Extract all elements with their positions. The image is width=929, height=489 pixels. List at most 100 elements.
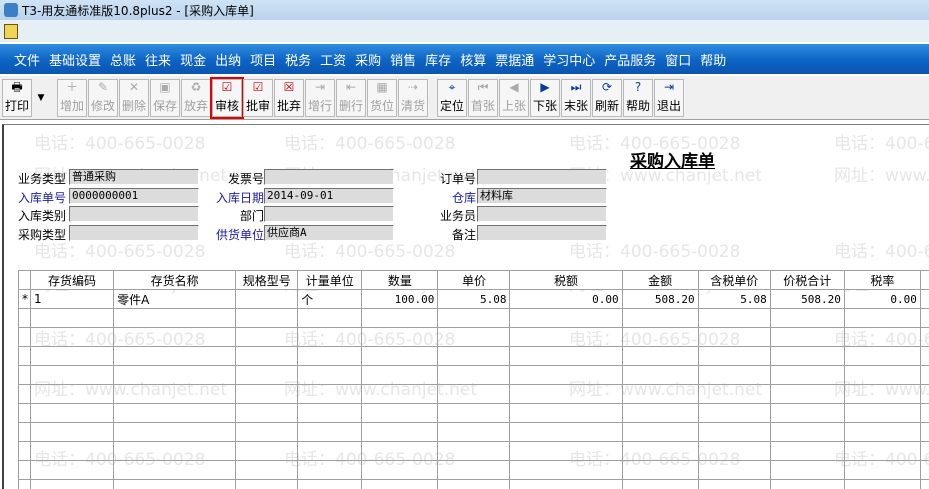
- grid-cell[interactable]: [509, 403, 623, 423]
- grid-cell[interactable]: [843, 403, 921, 423]
- menu-item[interactable]: 工资: [320, 50, 346, 69]
- grid-cell[interactable]: [621, 460, 699, 480]
- grid-cell[interactable]: [509, 422, 623, 442]
- grid-cell[interactable]: [843, 327, 921, 347]
- grid-cell[interactable]: [697, 327, 771, 347]
- receipt_type-field[interactable]: [69, 206, 199, 222]
- grid-cell[interactable]: [297, 308, 363, 328]
- column-header[interactable]: 税率: [843, 270, 921, 290]
- grid-cell[interactable]: [437, 384, 511, 404]
- grid-cell[interactable]: [843, 460, 921, 480]
- receipt_no-field[interactable]: 0000000001: [69, 188, 199, 204]
- grid-cell[interactable]: [113, 441, 237, 461]
- grid-cell[interactable]: [919, 479, 929, 489]
- menu-item[interactable]: 采购: [355, 50, 381, 69]
- receipt_date-field[interactable]: 2014-09-01: [264, 188, 394, 204]
- warehouse-field[interactable]: 材料库: [477, 188, 607, 204]
- grid-cell[interactable]: [697, 441, 771, 461]
- table-row[interactable]: [18, 308, 929, 328]
- grid-cell[interactable]: [919, 422, 929, 442]
- grid-cell[interactable]: [113, 479, 237, 489]
- grid-cell[interactable]: [29, 346, 115, 366]
- grid-cell[interactable]: [235, 422, 299, 442]
- print-button[interactable]: 🖶 打印: [2, 79, 32, 117]
- grid-cell[interactable]: [843, 441, 921, 461]
- grid-cell[interactable]: [769, 403, 845, 423]
- menu-item[interactable]: 销售: [390, 50, 416, 69]
- grid-cell[interactable]: [769, 308, 845, 328]
- grid-cell[interactable]: [621, 422, 699, 442]
- grid-cell[interactable]: [113, 308, 237, 328]
- grid-cell[interactable]: [509, 308, 623, 328]
- grid-cell[interactable]: 零件A: [113, 289, 237, 309]
- grid-cell[interactable]: [361, 384, 439, 404]
- supplier-field[interactable]: 供应商A: [264, 225, 394, 241]
- grid-cell[interactable]: [697, 460, 771, 480]
- grid-cell[interactable]: [769, 346, 845, 366]
- grid-cell[interactable]: [361, 365, 439, 385]
- grid-cell[interactable]: [297, 422, 363, 442]
- clerk-field[interactable]: [477, 206, 607, 222]
- grid-cell[interactable]: [113, 346, 237, 366]
- table-row[interactable]: [18, 384, 929, 404]
- grid-cell[interactable]: [843, 384, 921, 404]
- grid-cell[interactable]: [621, 365, 699, 385]
- toolbar-button-删除[interactable]: ✕ 删除: [119, 79, 149, 117]
- toolbar-button-删行[interactable]: ⇤ 删行: [336, 79, 366, 117]
- grid-cell[interactable]: [509, 365, 623, 385]
- grid-cell[interactable]: [621, 479, 699, 489]
- grid-cell[interactable]: [113, 460, 237, 480]
- grid-cell[interactable]: [697, 422, 771, 442]
- grid-cell[interactable]: [437, 346, 511, 366]
- toolbar-button-批审[interactable]: ☑ 批审: [243, 79, 273, 117]
- toolbar-button-审核[interactable]: ☑ 审核: [210, 77, 244, 119]
- menu-item[interactable]: 基础设置: [49, 50, 101, 69]
- table-row[interactable]: [18, 327, 929, 347]
- column-header[interactable]: 价税合计: [769, 270, 845, 290]
- grid-cell[interactable]: [919, 384, 929, 404]
- toolbar-button-货位[interactable]: ▦ 货位: [367, 79, 397, 117]
- menu-item[interactable]: 项目: [250, 50, 276, 69]
- grid-cell[interactable]: [361, 460, 439, 480]
- grid-cell[interactable]: [361, 441, 439, 461]
- grid-cell[interactable]: 0.00: [509, 289, 623, 309]
- menu-item[interactable]: 产品服务: [604, 50, 656, 69]
- grid-cell[interactable]: [437, 327, 511, 347]
- grid-cell[interactable]: [297, 365, 363, 385]
- column-header[interactable]: 单价: [437, 270, 511, 290]
- grid-cell[interactable]: [697, 308, 771, 328]
- table-row[interactable]: [18, 365, 929, 385]
- toolbar-button-刷新[interactable]: ⟳ 刷新: [592, 79, 622, 117]
- menu-item[interactable]: 库存: [425, 50, 451, 69]
- grid-cell[interactable]: [919, 346, 929, 366]
- grid-cell[interactable]: [361, 479, 439, 489]
- menu-item[interactable]: 窗口: [665, 50, 691, 69]
- dept-field[interactable]: [264, 206, 394, 222]
- toolbar-button-帮助[interactable]: ? 帮助: [623, 79, 653, 117]
- grid-cell[interactable]: [29, 327, 115, 347]
- grid-cell[interactable]: [297, 346, 363, 366]
- toolbar-button-首张[interactable]: ⏮ 首张: [468, 79, 498, 117]
- menu-item[interactable]: 文件: [14, 50, 40, 69]
- grid-cell[interactable]: [697, 479, 771, 489]
- grid-cell[interactable]: [297, 327, 363, 347]
- grid-cell[interactable]: [769, 479, 845, 489]
- grid-cell[interactable]: [113, 403, 237, 423]
- order_no-field[interactable]: [477, 169, 607, 185]
- grid-cell[interactable]: [29, 441, 115, 461]
- grid-cell[interactable]: [113, 327, 237, 347]
- grid-cell[interactable]: [29, 365, 115, 385]
- grid-cell[interactable]: [235, 384, 299, 404]
- menu-item[interactable]: 帮助: [700, 50, 726, 69]
- grid-cell[interactable]: [843, 365, 921, 385]
- grid-cell[interactable]: [509, 346, 623, 366]
- menu-item[interactable]: 往来: [145, 50, 171, 69]
- grid-cell[interactable]: [509, 460, 623, 480]
- grid-cell[interactable]: [297, 479, 363, 489]
- remark-field[interactable]: [477, 225, 607, 241]
- grid-cell[interactable]: [235, 441, 299, 461]
- column-header[interactable]: [919, 270, 929, 290]
- column-header[interactable]: 税额: [509, 270, 623, 290]
- grid-cell[interactable]: [509, 384, 623, 404]
- grid-cell[interactable]: [361, 346, 439, 366]
